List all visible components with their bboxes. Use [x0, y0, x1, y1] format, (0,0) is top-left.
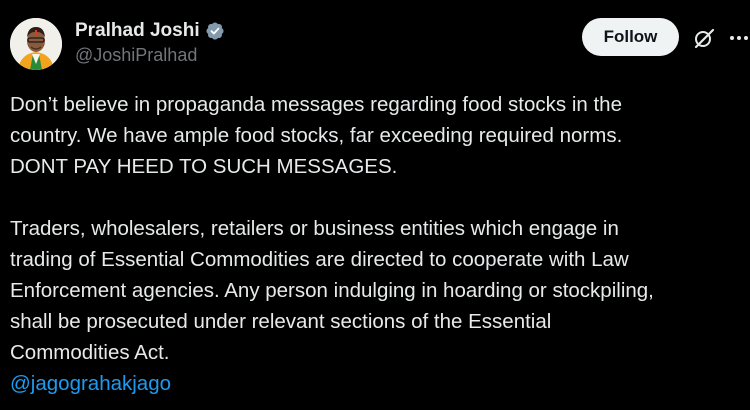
author-handle[interactable]: @JoshiPralhad [75, 45, 197, 66]
tweet-text-line: trading of Essential Commodities are dir… [10, 248, 629, 271]
grok-icon[interactable] [692, 26, 716, 50]
tweet-text-line: Don’t believe in propaganda messages reg… [10, 93, 622, 116]
tweet-text: Don’t believe in propaganda messages reg… [10, 89, 746, 399]
tweet-text-line: Traders, wholesalers, retailers or busin… [10, 217, 619, 240]
author-display-name[interactable]: Pralhad Joshi [75, 20, 200, 42]
tweet-text-line: DONT PAY HEED TO SUCH MESSAGES. [10, 155, 398, 178]
tweet-text-line: Enforcement agencies. Any person indulgi… [10, 279, 654, 302]
tweet-text-line: Commodities Act. [10, 341, 170, 364]
mention-link[interactable]: @jagograhakjago [10, 368, 746, 399]
author-name-row: Pralhad Joshi [75, 19, 225, 43]
follow-button[interactable]: Follow [582, 18, 679, 56]
tweet-paragraph-2: Traders, wholesalers, retailers or busin… [10, 213, 746, 368]
tweet-paragraph-1: Don’t believe in propaganda messages reg… [10, 89, 746, 182]
tweet-text-line: shall be prosecuted under relevant secti… [10, 310, 552, 333]
verified-badge-icon[interactable] [205, 21, 225, 41]
tweet-text-line: country. We have ample food stocks, far … [10, 124, 623, 147]
more-options-icon[interactable] [728, 26, 750, 50]
tweet-card: Pralhad Joshi @JoshiPralhad Follow Don’t… [0, 0, 750, 410]
avatar-image [10, 18, 62, 70]
avatar[interactable] [10, 18, 62, 70]
